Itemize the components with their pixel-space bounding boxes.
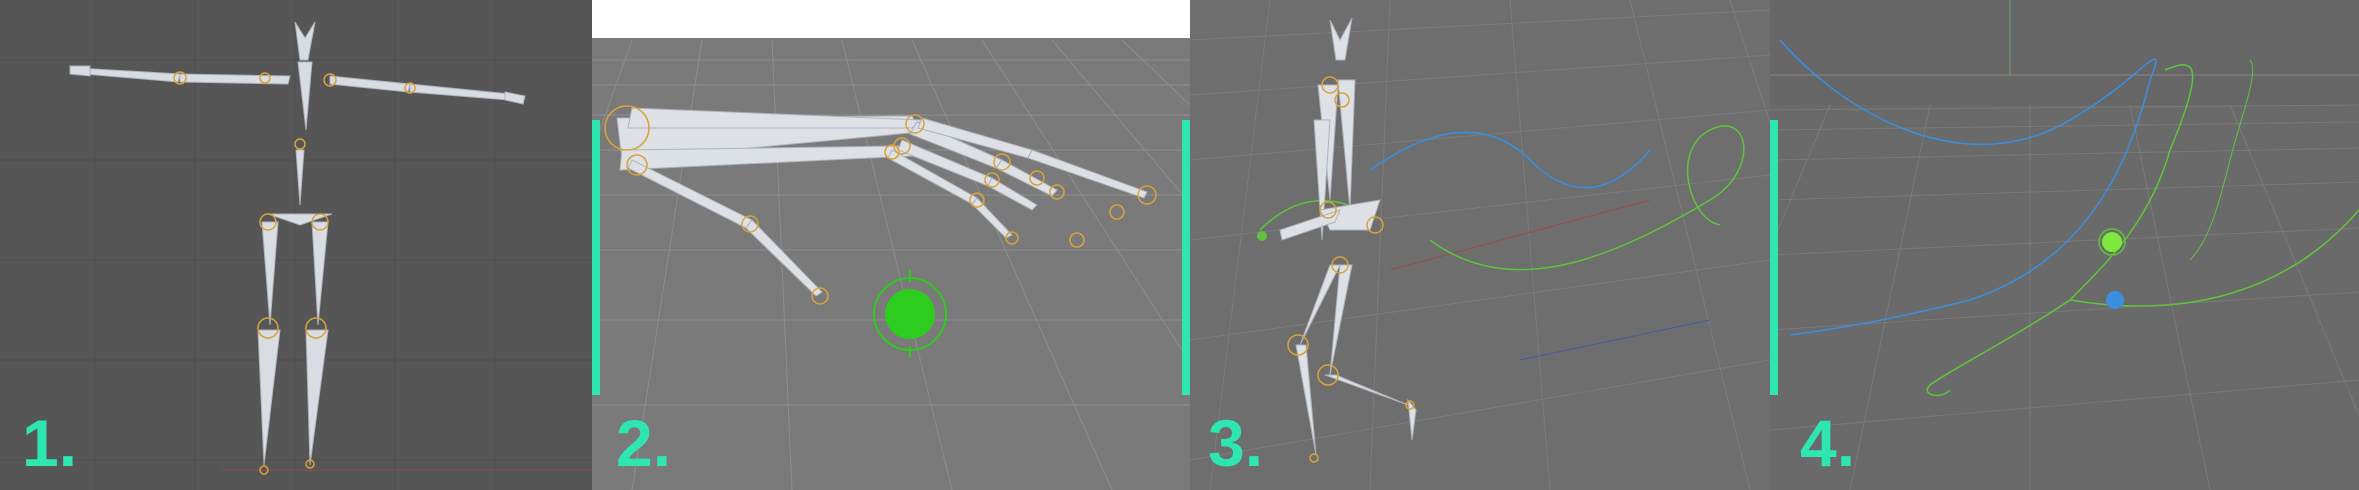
viewport-1-canvas	[0, 0, 592, 490]
panel-number: 4.	[1800, 406, 1856, 480]
viewport-4-canvas	[1770, 0, 2359, 490]
viewport-panel-2[interactable]: 2.	[592, 0, 1190, 490]
hand-target-icon[interactable]	[1257, 231, 1267, 241]
sky	[592, 0, 1190, 38]
root-target-icon[interactable]	[2106, 291, 2124, 309]
viewport-2-canvas	[592, 0, 1190, 490]
panel-number: 1.	[22, 406, 78, 480]
skeleton[interactable]	[69, 21, 526, 466]
grid	[592, 39, 1190, 490]
horizon-backdrop	[1770, 0, 2359, 105]
z-axis-line	[1519, 319, 1711, 361]
panel-number: 3.	[1208, 406, 1264, 480]
viewport-panel-1[interactable]: 1.	[0, 0, 592, 490]
ik-goal-icon[interactable]	[2098, 228, 2126, 256]
grid	[1190, 0, 1770, 490]
green-motion-path[interactable]	[1926, 64, 2359, 397]
viewport-panel-4[interactable]: 4.	[1770, 0, 2359, 490]
accent-divider-left	[592, 120, 600, 395]
accent-divider-right	[1182, 120, 1190, 395]
viewport-3-canvas	[1190, 0, 1770, 490]
motion-spline[interactable]	[1429, 125, 1745, 271]
accent-divider-left	[1770, 120, 1778, 395]
walking-skeleton[interactable]	[1279, 17, 1417, 456]
grid	[1770, 104, 2359, 490]
viewport-panel-3[interactable]: 3.	[1190, 0, 1770, 490]
x-axis-line	[1389, 199, 1651, 271]
ik-goal-icon[interactable]	[873, 270, 947, 358]
panel-number: 2.	[616, 406, 672, 480]
viewport-strip: 1. 2. 3. 4.	[0, 0, 2359, 490]
